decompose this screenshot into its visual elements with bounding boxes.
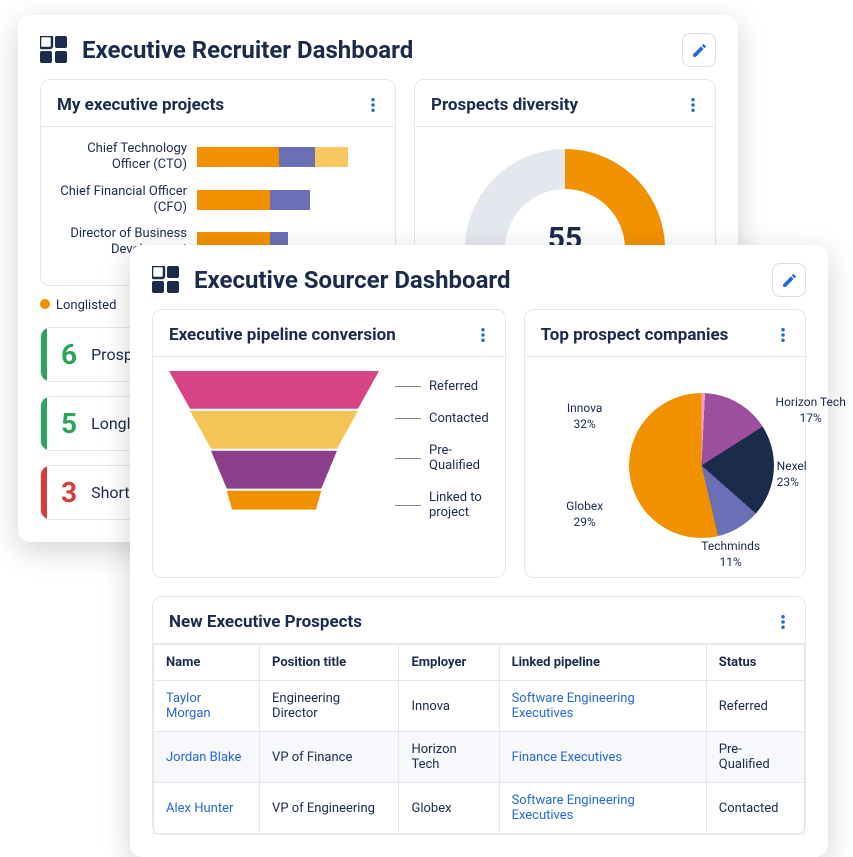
projects-title: My executive projects xyxy=(57,95,224,115)
table-link[interactable]: Taylor Morgan xyxy=(166,691,211,721)
prospects-table: NamePosition titleEmployerLinked pipelin… xyxy=(153,644,805,834)
bar-segment xyxy=(270,190,310,210)
pipeline-panel: Executive pipeline conversion Referred xyxy=(152,309,506,578)
connector-line xyxy=(395,505,421,506)
table-header[interactable]: Position title xyxy=(260,645,399,681)
table-cell: Engineering Director xyxy=(260,681,399,732)
funnel-stage-label: Linked to project xyxy=(395,490,489,520)
companies-pie-chart: Innova32% Horizon Tech17% Nexel23% Techm… xyxy=(541,371,789,561)
bar-label: Chief Technology Officer (CTO) xyxy=(57,141,197,174)
tile-number: 6 xyxy=(47,328,91,381)
more-vertical-icon xyxy=(781,328,785,342)
funnel-stage-label: Contacted xyxy=(395,411,489,426)
dashboard-logo-icon xyxy=(40,36,68,64)
legend-dot-icon xyxy=(40,299,50,309)
bar-row: Chief Financial Officer (CFO) xyxy=(57,184,379,217)
companies-panel: Top prospect companies Innova32% Horizon… xyxy=(524,309,806,578)
table-header[interactable]: Employer xyxy=(399,645,499,681)
table-cell: Referred xyxy=(706,681,804,732)
more-button[interactable] xyxy=(477,324,489,346)
pencil-icon xyxy=(781,272,798,289)
table-cell: Innova xyxy=(399,681,499,732)
funnel-svg xyxy=(169,371,379,529)
recruiter-header: Executive Recruiter Dashboard xyxy=(18,15,738,79)
more-vertical-icon xyxy=(691,98,695,112)
table-cell: Contacted xyxy=(706,783,804,834)
pencil-icon xyxy=(691,42,708,59)
recruiter-title: Executive Recruiter Dashboard xyxy=(82,36,413,64)
table-link[interactable]: Finance Executives xyxy=(512,750,623,765)
table-cell: Jordan Blake xyxy=(154,732,260,783)
bar-label: Chief Financial Officer (CFO) xyxy=(57,184,197,217)
bar-track xyxy=(197,147,379,167)
funnel-stage-label: Pre-Qualified xyxy=(395,443,489,473)
table-cell: Software Engineering Executives xyxy=(499,681,706,732)
prospects-table-title: New Executive Prospects xyxy=(169,612,362,632)
more-vertical-icon xyxy=(371,98,375,112)
table-header[interactable]: Name xyxy=(154,645,260,681)
dashboard-logo-icon xyxy=(152,266,180,294)
tile-number: 3 xyxy=(47,466,91,519)
diversity-title: Prospects diversity xyxy=(431,95,578,115)
sourcer-dashboard-card: Executive Sourcer Dashboard Executive pi… xyxy=(130,245,828,857)
table-row: Taylor Morgan Engineering DirectorInnova S… xyxy=(154,681,805,732)
pie-label-nexel: Nexel23% xyxy=(777,459,853,490)
table-cell: Alex Hunter xyxy=(154,783,260,834)
table-cell: Taylor Morgan xyxy=(154,681,260,732)
table-row: Jordan Blake VP of FinanceHorizon Tech Fin… xyxy=(154,732,805,783)
table-header[interactable]: Status xyxy=(706,645,804,681)
table-link[interactable]: Alex Hunter xyxy=(166,801,233,816)
more-button[interactable] xyxy=(687,94,699,116)
bar-segment xyxy=(197,147,279,167)
edit-button[interactable] xyxy=(682,33,716,67)
pipeline-title: Executive pipeline conversion xyxy=(169,325,396,345)
more-button[interactable] xyxy=(777,324,789,346)
connector-line xyxy=(395,418,421,419)
pie-label-innova: Innova32% xyxy=(545,401,625,432)
legend-longlisted: Longlisted xyxy=(56,298,116,313)
pie-label-techminds: Techminds11% xyxy=(691,539,771,570)
table-cell: Finance Executives xyxy=(499,732,706,783)
bar-segment xyxy=(315,147,348,167)
more-button[interactable] xyxy=(777,611,789,633)
sourcer-title: Executive Sourcer Dashboard xyxy=(194,266,511,294)
connector-line xyxy=(395,386,421,387)
bar-track xyxy=(197,190,379,210)
tile-number: 5 xyxy=(47,397,91,450)
more-vertical-icon xyxy=(481,328,485,342)
table-row: Alex Hunter VP of EngineeringGlobexSoftwa… xyxy=(154,783,805,834)
prospects-table-panel: New Executive Prospects NamePosition tit… xyxy=(152,596,806,835)
connector-line xyxy=(395,458,421,459)
bar-segment xyxy=(279,147,315,167)
table-cell: Software Engineering Executives xyxy=(499,783,706,834)
pie-label-horizon: Horizon Tech17% xyxy=(771,395,851,426)
pipeline-funnel-chart: Referred Contacted Pre-Qualified Linked to … xyxy=(169,371,489,529)
table-cell: VP of Finance xyxy=(260,732,399,783)
table-cell: Globex xyxy=(399,783,499,834)
pie-label-globex: Globex29% xyxy=(545,499,625,530)
table-cell: Horizon Tech xyxy=(399,732,499,783)
more-vertical-icon xyxy=(781,615,785,629)
bar-segment xyxy=(197,190,270,210)
funnel-stage-label: Referred xyxy=(395,379,489,394)
table-header[interactable]: Linked pipeline xyxy=(499,645,706,681)
table-cell: Pre-Qualified xyxy=(706,732,804,783)
companies-title: Top prospect companies xyxy=(541,325,729,345)
table-link[interactable]: Jordan Blake xyxy=(166,750,241,765)
table-cell: VP of Engineering xyxy=(260,783,399,834)
more-button[interactable] xyxy=(367,94,379,116)
edit-button[interactable] xyxy=(772,263,806,297)
table-link[interactable]: Software Engineering Executives xyxy=(512,691,635,721)
sourcer-header: Executive Sourcer Dashboard xyxy=(130,245,828,309)
bar-row: Chief Technology Officer (CTO) xyxy=(57,141,379,174)
